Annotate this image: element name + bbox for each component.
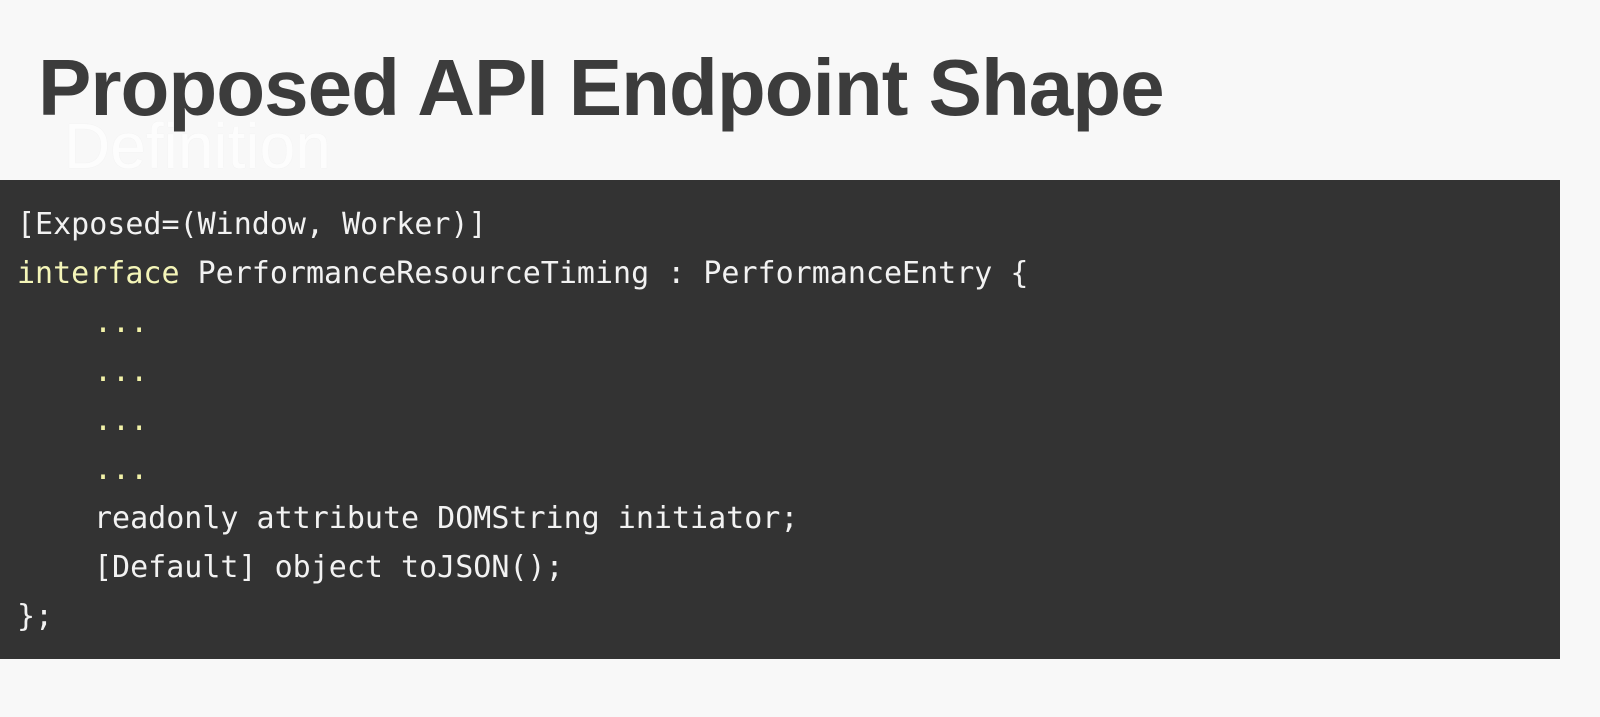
code-block: [Exposed=(Window, Worker)] interface Per… <box>0 180 1560 659</box>
slide-title: Proposed API Endpoint Shape <box>38 43 1165 132</box>
code-line-ellipsis: ... <box>17 347 1560 396</box>
code-line-exposed: [Exposed=(Window, Worker)] <box>17 207 487 242</box>
ellipsis: ... <box>94 452 149 487</box>
code-line-initiator: readonly attribute DOMString initiator; <box>94 501 799 536</box>
code-line-closing: }; <box>17 599 54 634</box>
interface-keyword: interface <box>17 256 180 291</box>
code-line-ellipsis: ... <box>17 298 1560 347</box>
code-line-ellipsis: ... <box>17 396 1560 445</box>
code-line-tojson: [Default] object toJSON(); <box>94 550 564 585</box>
ellipsis: ... <box>94 354 149 389</box>
ellipsis: ... <box>94 403 149 438</box>
ellipsis: ... <box>94 305 149 340</box>
code-line-interface: interface PerformanceResourceTiming : Pe… <box>17 249 1560 298</box>
interface-declaration: PerformanceResourceTiming : PerformanceE… <box>179 256 1029 291</box>
code-line-ellipsis: ... <box>17 445 1560 494</box>
